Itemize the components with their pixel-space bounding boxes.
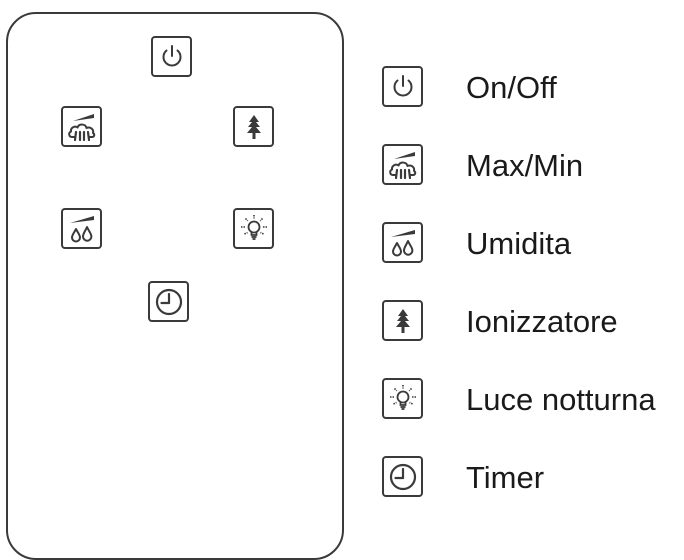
legend-item-on-off: On/Off: [382, 64, 682, 112]
legend-item-timer: Timer: [382, 454, 682, 502]
legend-max-min-button: [382, 144, 423, 185]
remote-max-min-button[interactable]: [61, 106, 102, 147]
remote-humidity-button[interactable]: [61, 208, 102, 249]
humidity-icon: [386, 226, 420, 260]
clock-icon: [152, 285, 186, 319]
fan-speed-icon: [386, 148, 420, 182]
legend-timer-button: [382, 456, 423, 497]
legend-item-night-light: Luce notturna: [382, 376, 682, 424]
power-icon: [386, 70, 420, 104]
legend-item-humidity: Umidita: [382, 220, 682, 268]
legend-item-max-min: Max/Min: [382, 142, 682, 190]
clock-icon: [386, 460, 420, 494]
legend-label-ionizer: Ionizzatore: [466, 304, 618, 339]
light-bulb-icon: [237, 212, 271, 246]
light-bulb-icon: [386, 382, 420, 416]
legend-item-ionizer: Ionizzatore: [382, 298, 682, 346]
remote-timer-button[interactable]: [148, 281, 189, 322]
legend-label-night-light: Luce notturna: [466, 382, 656, 417]
legend-label-max-min: Max/Min: [466, 148, 584, 183]
humidity-icon: [65, 212, 99, 246]
fan-speed-icon: [65, 110, 99, 144]
remote-night-light-button[interactable]: [233, 208, 274, 249]
legend-label-humidity: Umidita: [466, 226, 572, 261]
tree-icon: [386, 304, 420, 338]
legend-power-button: [382, 66, 423, 107]
legend-night-light-button: [382, 378, 423, 419]
power-icon: [155, 40, 189, 74]
legend-label-on-off: On/Off: [466, 70, 557, 105]
tree-icon: [237, 110, 271, 144]
remote-power-button[interactable]: [151, 36, 192, 77]
legend-label-timer: Timer: [466, 460, 545, 495]
legend-ionizer-button: [382, 300, 423, 341]
remote-ionizer-button[interactable]: [233, 106, 274, 147]
legend-humidity-button: [382, 222, 423, 263]
